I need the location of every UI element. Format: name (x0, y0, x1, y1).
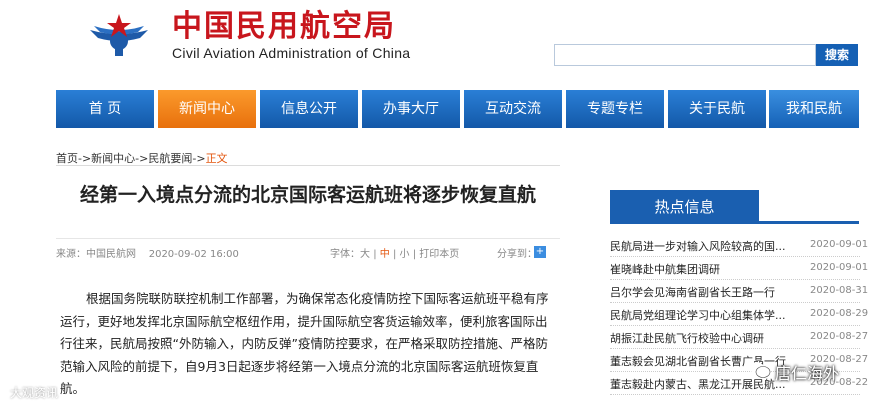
nav-item-about[interactable]: 关于民航 (668, 90, 766, 128)
watermark-left: 大观资讯 (10, 386, 59, 400)
watermark-right: 唐仁海外 (775, 360, 839, 384)
watermark-right-text: 唐仁海外 (775, 364, 840, 383)
list-item-date: 2020-08-29 (810, 308, 869, 319)
list-item-title[interactable]: 董志毅会见湖北省副省长曹广晶一行 (610, 353, 800, 369)
site-header: 中国民用航空局 Civil Aviation Administration of… (0, 0, 889, 88)
list-item-title[interactable]: 胡振江赴民航飞行校验中心调研 (610, 330, 800, 346)
separator: | (373, 249, 377, 260)
nav-item-disclosure[interactable]: 信息公开 (260, 90, 358, 128)
font-size-large[interactable]: 大 (360, 249, 370, 260)
article-meta: 来源：中国民航网 2020-09-02 16:00 (56, 245, 239, 260)
nav-item-home[interactable]: 首 页 (56, 90, 154, 128)
article-body: 根据国务院联防联控机制工作部署，为确保常态化疫情防控下国际客运航班平稳有序运行，… (60, 291, 549, 396)
font-size-label: 字体： (330, 249, 360, 260)
caac-logo-icon[interactable] (88, 8, 150, 58)
main-nav: 首 页 新闻中心 信息公开 办事大厅 互动交流 专题专栏 关于民航 我和民航 (56, 90, 859, 128)
site-title-en: Civil Aviation Administration of China (172, 45, 411, 61)
breadcrumb-path[interactable]: 首页->新闻中心->民航要闻-> (56, 152, 206, 165)
breadcrumb-current: 正文 (205, 152, 228, 165)
breadcrumb: 首页->新闻中心->民航要闻->正文 (56, 150, 228, 166)
separator: | (392, 249, 397, 260)
list-item[interactable]: 崔晓峰赴中航集团调研 2020-09-01 (610, 259, 868, 282)
list-item[interactable]: 民航局党组理论学习中心组集体学... 2020-08-29 (610, 305, 868, 328)
font-size-control: 字体：大 | 中 | 小 | 打印本页 (330, 245, 459, 260)
share-plus-icon[interactable]: + (534, 246, 546, 258)
sidebar-heading-bar (759, 221, 859, 224)
nav-item-interaction[interactable]: 互动交流 (464, 90, 562, 128)
list-item-title[interactable]: 崔晓峰赴中航集团调研 (610, 261, 800, 277)
list-item-title[interactable]: 董志毅赴内蒙古、黑龙江开展民航... (610, 376, 800, 392)
list-item[interactable]: 吕尔学会见海南省副省长王路一行 2020-08-31 (610, 282, 868, 305)
article-title: 经第一入境点分流的北京国际客运航班将逐步恢复直航 (79, 184, 536, 206)
search-button[interactable]: 搜索 (816, 44, 858, 66)
sidebar-heading: 热点信息 (610, 190, 759, 224)
site-title-cn: 中国民用航空局 (172, 9, 396, 44)
print-page-link[interactable]: 打印本页 (419, 249, 459, 260)
article-date: 2020-09-02 16:00 (148, 249, 239, 260)
nav-item-services[interactable]: 办事大厅 (362, 90, 460, 128)
nav-item-me-and-caac[interactable]: 我和民航 (769, 90, 859, 128)
nav-item-topics[interactable]: 专题专栏 (566, 90, 664, 128)
share-label: 分享到： (497, 249, 537, 260)
list-item-title[interactable]: 民航局进一步对输入风险较高的国... (610, 238, 800, 254)
list-item-date: 2020-09-01 (810, 239, 869, 250)
wechat-icon (750, 362, 771, 378)
list-item-date: 2020-08-31 (810, 285, 869, 296)
list-item-title[interactable]: 民航局党组理论学习中心组集体学... (610, 307, 800, 323)
meta-divider (56, 238, 560, 239)
list-item-title[interactable]: 吕尔学会见海南省副省长王路一行 (610, 284, 800, 300)
font-size-medium[interactable]: 中 (380, 249, 390, 260)
list-item-date: 2020-09-01 (810, 262, 869, 273)
separator: | (412, 249, 417, 260)
search-input[interactable] (554, 44, 816, 66)
font-size-small[interactable]: 小 (400, 249, 410, 260)
nav-item-news[interactable]: 新闻中心 (158, 90, 256, 128)
article-source: 来源：中国民航网 (56, 249, 136, 260)
list-item[interactable]: 胡振江赴民航飞行校验中心调研 2020-08-27 (610, 328, 868, 351)
breadcrumb-divider (56, 165, 560, 166)
list-item[interactable]: 民航局进一步对输入风险较高的国... 2020-09-01 (610, 236, 868, 259)
list-item-date: 2020-08-27 (810, 331, 869, 342)
